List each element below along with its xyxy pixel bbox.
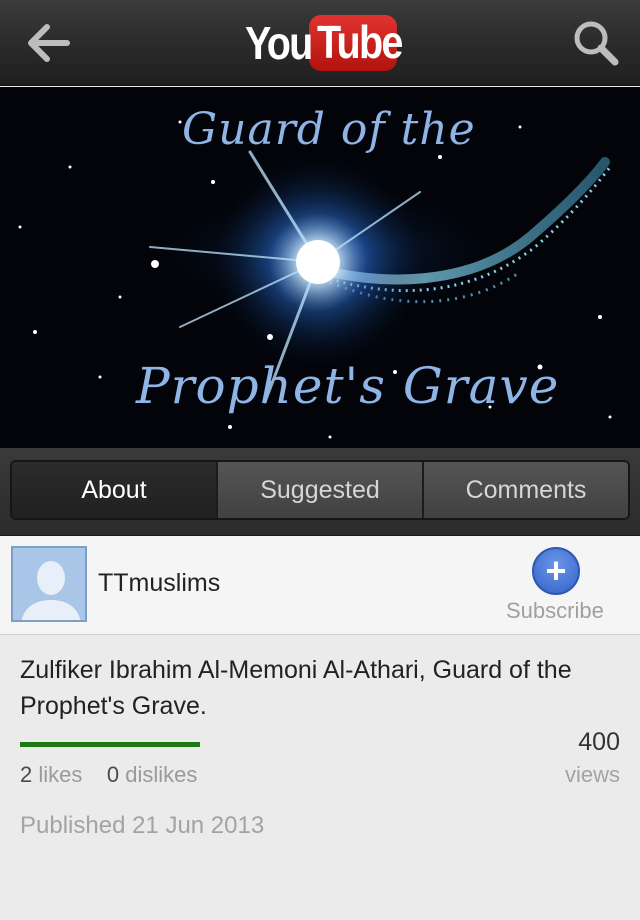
back-arrow-icon — [28, 24, 70, 62]
channel-name[interactable]: TTmuslims — [98, 569, 220, 598]
tab-suggested[interactable]: Suggested — [216, 462, 422, 518]
like-ratio-bar — [20, 742, 200, 747]
video-title-line1: Guard of the — [182, 104, 476, 155]
like-ratio-fill — [20, 742, 200, 747]
video-player[interactable]: Guard of the Prophet's Grave — [0, 87, 640, 448]
tab-bar: About Suggested Comments — [0, 448, 640, 536]
plus-icon: + — [545, 550, 567, 591]
views-label: views — [564, 762, 620, 787]
likes-count: 2 — [20, 762, 33, 787]
video-title-line2: Prophet's Grave — [136, 357, 560, 415]
video-info: Zulfiker Ibrahim Al-Memoni Al-Athari, Gu… — [0, 636, 640, 920]
default-avatar-icon — [13, 548, 85, 620]
logo-tube-badge: Tube — [309, 15, 403, 71]
segmented-control: About Suggested Comments — [10, 460, 630, 520]
subscribe-button[interactable]: + — [532, 547, 580, 595]
dislikes-label: dislikes — [125, 762, 198, 787]
search-button[interactable] — [566, 17, 626, 69]
youtube-logo: You Tube — [245, 12, 403, 74]
channel-avatar[interactable] — [11, 546, 87, 622]
top-nav-bar: You Tube — [0, 0, 640, 86]
back-button[interactable] — [18, 17, 78, 69]
views-count: 400 — [578, 728, 620, 756]
search-icon — [574, 21, 619, 66]
tab-comments[interactable]: Comments — [422, 462, 628, 518]
tab-about[interactable]: About — [12, 462, 216, 518]
logo-tube-text: Tube — [317, 16, 403, 68]
likes-label: likes — [38, 762, 83, 787]
likes-summary: 2 likes 0 dislikes — [20, 762, 197, 788]
video-description: Zulfiker Ibrahim Al-Memoni Al-Athari, Gu… — [20, 656, 572, 720]
subscribe-label[interactable]: Subscribe — [506, 598, 604, 624]
logo-you-text: You — [245, 17, 313, 69]
published-date: Published 21 Jun 2013 — [20, 812, 265, 839]
dislikes-count: 0 — [106, 762, 120, 787]
